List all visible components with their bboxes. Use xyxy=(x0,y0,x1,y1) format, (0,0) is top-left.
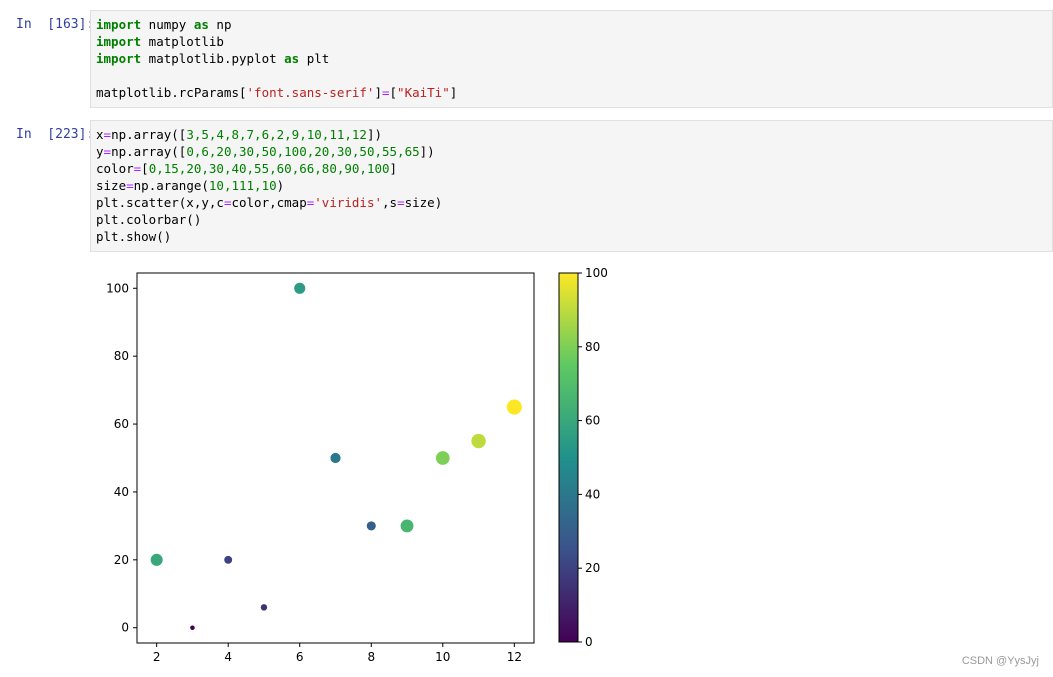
plot-axes: 2 4 6 8 10 12 0 20 40 60 80 100 xyxy=(106,272,535,664)
x-tick-label: 8 xyxy=(367,650,375,664)
code-token: as xyxy=(193,17,209,32)
scatter-point xyxy=(435,451,450,465)
code-token: ]) xyxy=(366,127,383,142)
code-token: ) xyxy=(276,178,285,193)
y-tick-label: 100 xyxy=(106,281,129,295)
code-token: matplotlib.rcParams[ xyxy=(96,85,247,100)
cell-prompt: In [223]: xyxy=(16,127,95,142)
code-token: 10,111,10 xyxy=(208,178,277,193)
code-token: numpy xyxy=(141,17,194,32)
y-tick-label: 60 xyxy=(114,417,129,431)
code-token: y xyxy=(96,144,104,159)
y-tick-label: 0 xyxy=(121,621,129,635)
code-token: plt.show() xyxy=(96,229,172,244)
code-token: x xyxy=(96,127,104,142)
cell-prompt: In [163]: xyxy=(16,17,95,32)
code-editor[interactable]: x=np.array([3,5,4,8,7,6,2,9,10,11,12]) y… xyxy=(96,126,1047,245)
y-tick-label: 80 xyxy=(114,349,129,363)
code-token: np xyxy=(208,17,232,32)
scatter-point xyxy=(294,282,306,294)
x-tick-label: 6 xyxy=(296,650,304,664)
code-token: as xyxy=(284,51,300,66)
code-cell-2[interactable]: In [223]: x=np.array([3,5,4,8,7,6,2,9,10… xyxy=(0,120,1053,252)
scatter-point xyxy=(190,625,195,631)
colorbar-gradient xyxy=(558,272,579,643)
code-token: import xyxy=(96,17,142,32)
code-cell-1[interactable]: In [163]: import numpy as np import matp… xyxy=(0,10,1053,108)
code-token: = xyxy=(103,144,112,159)
scatter-point xyxy=(224,555,233,564)
colorbar-tick-label: 20 xyxy=(585,561,600,575)
code-token: 0,15,20,30,40,55,60,66,80,90,100 xyxy=(148,161,390,176)
x-tick-label: 4 xyxy=(224,650,232,664)
code-token: = xyxy=(381,85,390,100)
scatter-points xyxy=(150,282,522,631)
y-tick-label: 40 xyxy=(114,485,129,499)
watermark: CSDN @YysJyj xyxy=(961,655,1039,667)
colorbar-tick-label: 80 xyxy=(585,340,600,354)
scatter-point xyxy=(260,604,268,611)
code-token: ] xyxy=(389,161,398,176)
scatter-point xyxy=(330,452,341,464)
scatter-point xyxy=(150,553,163,566)
scatter-point xyxy=(366,521,376,531)
code-token: 0,6,20,30,50,100,20,30,50,55,65 xyxy=(186,144,420,159)
code-token: size xyxy=(96,178,127,193)
code-token: color,cmap xyxy=(231,195,307,210)
code-token: matplotlib xyxy=(141,34,224,49)
code-token: np.array([ xyxy=(111,127,187,142)
code-editor[interactable]: import numpy as np import matplotlib imp… xyxy=(96,16,1047,101)
code-input-area[interactable]: import numpy as np import matplotlib imp… xyxy=(90,10,1053,108)
code-token: plt xyxy=(299,51,330,66)
code-token: 'font.sans-serif' xyxy=(246,85,375,100)
code-token: ]) xyxy=(419,144,435,159)
colorbar-tick-label: 40 xyxy=(585,487,600,501)
code-token: "KaiTi" xyxy=(397,85,450,100)
code-token: np.arange( xyxy=(133,178,209,193)
code-token: ] xyxy=(449,85,458,100)
colorbar: 0 20 40 60 80 100 xyxy=(558,266,608,649)
code-token: size) xyxy=(404,195,443,210)
code-token: 3,5,4,8,7,6,2,9,10,11,12 xyxy=(186,127,367,142)
scatter-point xyxy=(506,399,522,415)
code-token: import xyxy=(96,34,142,49)
code-token: import xyxy=(96,51,142,66)
code-token: matplotlib.pyplot xyxy=(141,51,285,66)
code-token: color xyxy=(96,161,134,176)
code-token: ,s xyxy=(382,195,398,210)
code-token: = xyxy=(397,195,405,210)
code-token: [ xyxy=(141,161,149,176)
x-tick-label: 10 xyxy=(435,650,450,664)
code-token: = xyxy=(103,127,112,142)
scatter-point xyxy=(471,433,486,449)
x-tick-label: 2 xyxy=(153,650,161,664)
colorbar-tick-label: 100 xyxy=(585,266,608,280)
code-token: plt.colorbar() xyxy=(96,212,202,227)
code-token: plt.scatter(x,y,c xyxy=(96,195,224,210)
code-token: [ xyxy=(389,85,398,100)
code-input-area[interactable]: x=np.array([3,5,4,8,7,6,2,9,10,11,12]) y… xyxy=(90,120,1053,252)
code-token: ] xyxy=(374,85,382,100)
y-tick-label: 20 xyxy=(114,553,129,567)
code-token: = xyxy=(126,178,134,193)
code-token: np.array([ xyxy=(111,144,187,159)
x-tick-label: 12 xyxy=(507,650,522,664)
colorbar-tick-label: 60 xyxy=(585,414,600,428)
colorbar-tick-label: 0 xyxy=(585,635,593,649)
scatter-plot-output: 2 4 6 8 10 12 0 20 40 60 80 100 0 20 40 60 80 100 xyxy=(106,266,608,664)
code-token: 'viridis' xyxy=(314,195,382,210)
scatter-point xyxy=(400,519,414,533)
